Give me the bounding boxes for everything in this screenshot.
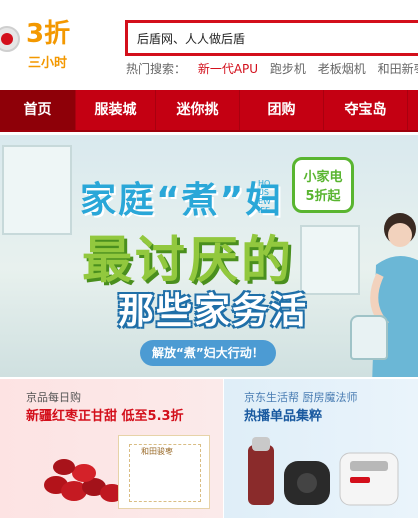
search-box <box>125 20 418 56</box>
main-nav: 首页 服装城 迷你挑 团购 夺宝岛 <box>0 90 418 132</box>
header: 3折 三小时 热门搜索： 新一代APU 跑步机 老板烟机 和田新枣 <box>0 0 418 90</box>
hot-search-link[interactable]: 新一代APU <box>198 62 258 76</box>
logo-discount[interactable]: 3折 <box>26 20 70 48</box>
kitchen-appliances-image <box>248 437 399 506</box>
nav-item-treasure[interactable]: 夺宝岛 <box>324 90 408 130</box>
banner-title: 家庭“煮”妇 <box>80 180 284 221</box>
nav-item-mini[interactable]: 迷你挑 <box>156 90 240 130</box>
logo-subtitle[interactable]: 三小时 <box>28 52 67 71</box>
promo-title[interactable]: 新疆红枣正甘甜 低至5.3折 <box>26 405 184 424</box>
hot-search-label: 热门搜索： <box>126 62 187 76</box>
badge-line-2: 5折起 <box>305 189 341 204</box>
red-dates-image <box>44 459 124 502</box>
promo-card-dates[interactable]: 京品每日购 新疆红枣正甘甜 低至5.3折 和田骏枣 <box>0 379 223 518</box>
hot-search-link[interactable]: 老板烟机 <box>318 62 366 76</box>
promo-label: 京品每日购 <box>26 391 81 404</box>
promo-title[interactable]: 热播单品集粹 <box>244 405 322 424</box>
banner-subheadline: 那些家务活 <box>118 291 309 332</box>
gift-box-label: 和田骏枣 <box>141 447 173 456</box>
banner-window <box>2 145 72 235</box>
banner-tagline: 解放“煮”妇大行动！ <box>140 340 276 366</box>
promo-card-kitchen[interactable]: 京东生活帮 厨房魔法师 热播单品集粹 <box>224 379 418 518</box>
badge-line-1: 小家电 <box>303 170 343 185</box>
logo-icon[interactable] <box>0 26 20 52</box>
hot-search-link[interactable]: 跑步机 <box>270 62 306 76</box>
nav-item-clothing[interactable]: 服装城 <box>76 90 156 130</box>
hot-searches: 热门搜索： 新一代APU 跑步机 老板烟机 和田新枣 <box>126 60 418 77</box>
discount-badge: 小家电 5折起 <box>292 157 354 213</box>
banner-window <box>300 225 360 295</box>
banner-vertical-text: HOUSEWIFE <box>258 179 271 215</box>
nav-item-home[interactable]: 首页 <box>0 90 76 130</box>
gift-box-image: 和田骏枣 <box>118 435 210 509</box>
search-input[interactable] <box>128 23 418 53</box>
kettle-icon <box>350 315 388 360</box>
hot-search-link[interactable]: 和田新枣 <box>378 62 418 76</box>
nav-item-group-buy[interactable]: 团购 <box>240 90 324 130</box>
page: 3折 三小时 热门搜索： 新一代APU 跑步机 老板烟机 和田新枣 首页 服装城… <box>0 0 418 518</box>
hero-banner[interactable]: 家庭“煮”妇 HOUSEWIFE 最讨厌的 那些家务活 解放“煮”妇大行动！ 小… <box>0 135 418 377</box>
promo-label: 京东生活帮 厨房魔法师 <box>244 391 358 404</box>
